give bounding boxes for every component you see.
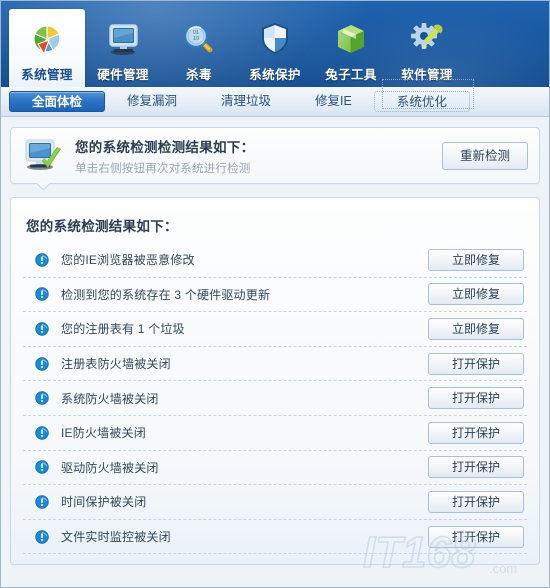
results-list: 您的IE浏览器被恶意修改 立即修复 检测到您的系统存在 3 个硬件驱动更新 立即… <box>23 243 527 555</box>
enable-protection-button[interactable]: 打开保护 <box>428 387 524 410</box>
enable-protection-button[interactable]: 打开保护 <box>428 525 524 548</box>
warning-icon <box>35 287 49 302</box>
enable-protection-button[interactable]: 打开保护 <box>428 352 524 375</box>
nav-item-rabbit-tools[interactable]: 兔子工具 <box>313 9 389 87</box>
list-item-label: 检测到您的系统存在 3 个硬件驱动更新 <box>61 287 271 302</box>
warning-icon <box>35 322 49 336</box>
scan-summary-panel: 您的系统检测检测结果如下： 单击右侧按钮再次对系统进行检测 重新检测 <box>10 127 540 184</box>
fix-now-button[interactable]: 立即修复 <box>428 317 524 340</box>
scan-summary-texts: 您的系统检测检测结果如下： 单击右侧按钮再次对系统进行检测 <box>75 136 442 176</box>
list-item[interactable]: 驱动防火墙被关闭 打开保护 <box>23 451 527 486</box>
nav-item-system-protect[interactable]: 系统保护 <box>237 9 313 87</box>
list-item-label: 文件实时监控被关闭 <box>61 530 171 545</box>
list-item-label: IE防火墙被关闭 <box>61 426 146 441</box>
tab-repair-ie[interactable]: 修复IE <box>293 91 374 112</box>
results-heading: 您的系统检测结果如下： <box>26 219 178 234</box>
tab-system-optimize[interactable]: 系统优化 <box>373 91 470 112</box>
nav-item-label: 硬件管理 <box>97 68 149 82</box>
list-item-label: 您的注册表有 1 个垃圾 <box>61 322 185 337</box>
list-item[interactable]: IE防火墙被关闭 打开保护 <box>23 416 527 451</box>
fix-now-button[interactable]: 立即修复 <box>428 248 524 271</box>
list-item[interactable]: 您的IE浏览器被恶意修改 立即修复 <box>23 243 527 278</box>
list-item[interactable]: 系统防火墙被关闭 打开保护 <box>23 381 527 416</box>
tab-clean-junk[interactable]: 清理垃圾 <box>199 91 293 112</box>
list-item-label: 系统防火墙被关闭 <box>61 391 159 406</box>
app-header: 系统管理 硬件管理 01 10 杀毒 系统保护 兔子工具 软件管理 <box>1 1 549 87</box>
list-item-label: 注册表防火墙被关闭 <box>61 357 171 372</box>
warning-icon <box>35 426 49 440</box>
list-item-label: 驱动防火墙被关闭 <box>61 460 159 475</box>
nav-item-software-manage[interactable]: 软件管理 <box>389 9 465 87</box>
rescan-button[interactable]: 重新检测 <box>442 141 528 170</box>
tuniu-system-manager-window: 系统管理 硬件管理 01 10 杀毒 系统保护 兔子工具 软件管理 全面体检 修… <box>0 0 550 588</box>
warning-icon <box>35 356 49 371</box>
green-box-icon <box>329 19 373 61</box>
tab-full-checkup[interactable]: 全面体检 <box>9 91 106 112</box>
warning-icon <box>35 529 49 544</box>
list-item[interactable]: 注册表防火墙被关闭 打开保护 <box>23 347 527 382</box>
list-item[interactable]: 文件实时监控被关闭 打开保护 <box>23 520 527 555</box>
enable-protection-button[interactable]: 打开保护 <box>428 421 524 444</box>
tab-bar: 全面体检 修复漏洞 清理垃圾 修复IE 系统优化 <box>1 87 549 117</box>
nav-item-label: 系统管理 <box>21 68 73 82</box>
magnifier-icon: 01 10 <box>177 19 221 61</box>
warning-icon <box>35 495 49 509</box>
warning-icon <box>35 391 49 405</box>
page-body: 您的系统检测检测结果如下： 单击右侧按钮再次对系统进行检测 重新检测 您的系统检… <box>1 117 549 565</box>
main-nav: 系统管理 硬件管理 01 10 杀毒 系统保护 兔子工具 软件管理 <box>1 1 549 87</box>
list-item-label: 时间保护被关闭 <box>61 495 147 510</box>
fix-now-button[interactable]: 立即修复 <box>428 283 524 306</box>
warning-icon <box>35 253 49 267</box>
nav-item-system-manage[interactable]: 系统管理 <box>9 9 85 87</box>
results-panel: 您的系统检测结果如下： 您的IE浏览器被恶意修改 立即修复 检测到您的系统存在 … <box>10 197 540 565</box>
enable-protection-button[interactable]: 打开保护 <box>428 456 524 479</box>
list-item[interactable]: 检测到您的系统存在 3 个硬件驱动更新 立即修复 <box>23 278 527 313</box>
list-item[interactable]: 时间保护被关闭 打开保护 <box>23 485 527 520</box>
nav-item-antivirus[interactable]: 01 10 杀毒 <box>161 9 237 87</box>
scan-summary-title: 您的系统检测检测结果如下： <box>75 139 255 155</box>
tab-fix-vulnerabilities[interactable]: 修复漏洞 <box>105 91 199 112</box>
warning-icon <box>35 460 49 475</box>
nav-item-hardware-manage[interactable]: 硬件管理 <box>85 9 161 87</box>
shield-icon <box>253 19 297 61</box>
svg-text:10: 10 <box>193 36 199 42</box>
list-item-label: 您的IE浏览器被恶意修改 <box>61 253 195 268</box>
nav-item-label: 杀毒 <box>186 68 212 82</box>
nav-item-label: 软件管理 <box>401 68 453 82</box>
list-item[interactable]: 您的注册表有 1 个垃圾 立即修复 <box>23 312 527 347</box>
pie-chart-icon <box>25 19 69 61</box>
scan-summary-subtitle: 单击右侧按钮再次对系统进行检测 <box>75 162 251 175</box>
enable-protection-button[interactable]: 打开保护 <box>428 490 524 513</box>
monitor-icon <box>101 19 145 61</box>
nav-item-label: 兔子工具 <box>325 68 377 82</box>
nav-item-label: 系统保护 <box>249 68 301 82</box>
panel-callout-tail <box>37 183 50 190</box>
monitor-check-icon <box>22 136 66 176</box>
gear-wrench-icon <box>405 19 449 61</box>
